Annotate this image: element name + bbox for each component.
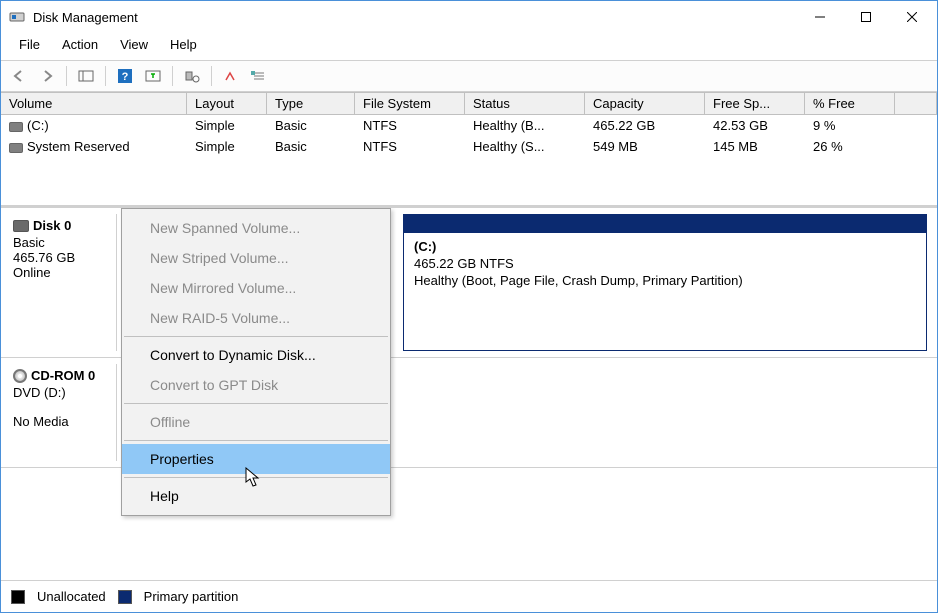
legend: Unallocated Primary partition [1, 580, 937, 612]
menu-help[interactable]: Help [160, 35, 207, 54]
drive-icon [9, 143, 23, 153]
minimize-button[interactable] [797, 2, 843, 32]
col-type[interactable]: Type [267, 93, 355, 114]
ctx-separator [124, 336, 388, 337]
col-capacity[interactable]: Capacity [585, 93, 705, 114]
ctx-separator [124, 440, 388, 441]
toolbar-separator [66, 66, 67, 86]
disk-info[interactable]: Disk 0 Basic 465.76 GB Online [7, 214, 117, 351]
cell-type: Basic [267, 138, 355, 155]
help-button[interactable]: ? [113, 64, 137, 88]
disk-icon [13, 220, 29, 232]
partition-title: (C:) [414, 239, 436, 254]
ctx-offline: Offline [122, 407, 390, 437]
disk-size: 465.76 GB [13, 250, 114, 265]
close-button[interactable] [889, 2, 935, 32]
refresh-button[interactable] [141, 64, 165, 88]
menu-view[interactable]: View [110, 35, 158, 54]
cell-fs: NTFS [355, 138, 465, 155]
cell-pctfree: 26 % [805, 138, 895, 155]
menu-action[interactable]: Action [52, 35, 108, 54]
legend-label-unallocated: Unallocated [37, 589, 106, 604]
partition-header [404, 215, 926, 233]
ctx-properties[interactable]: Properties [122, 444, 390, 474]
toolbar-separator [211, 66, 212, 86]
svg-text:?: ? [122, 71, 129, 83]
disk-info[interactable]: CD-ROM 0 DVD (D:) No Media [7, 364, 117, 461]
disk-status: No Media [13, 414, 114, 429]
volume-list-header[interactable]: Volume Layout Type File System Status Ca… [1, 92, 937, 115]
menu-file[interactable]: File [9, 35, 50, 54]
show-hide-button[interactable] [74, 64, 98, 88]
disk-graph-area: Disk 0 Basic 465.76 GB Online (C:) 465.2… [1, 206, 937, 580]
ctx-new-striped: New Striped Volume... [122, 243, 390, 273]
ctx-help[interactable]: Help [122, 481, 390, 511]
partition-box[interactable]: (C:) 465.22 GB NTFS Healthy (Boot, Page … [403, 214, 927, 351]
toolbar-separator [172, 66, 173, 86]
back-button[interactable] [7, 64, 31, 88]
volume-list-body[interactable]: (C:) Simple Basic NTFS Healthy (B... 465… [1, 115, 937, 205]
toolbar: ? [1, 60, 937, 92]
drive-icon [9, 122, 23, 132]
settings-button[interactable] [219, 64, 243, 88]
vol-name: (C:) [27, 118, 49, 133]
volume-row[interactable]: System Reserved Simple Basic NTFS Health… [1, 136, 937, 157]
col-volume[interactable]: Volume [1, 93, 187, 114]
cdrom-icon [13, 369, 27, 383]
legend-swatch-primary [118, 590, 132, 604]
cell-free: 145 MB [705, 138, 805, 155]
ctx-new-raid5: New RAID-5 Volume... [122, 303, 390, 333]
cell-status: Healthy (S... [465, 138, 585, 155]
disk-type: DVD (D:) [13, 385, 114, 400]
cell-free: 42.53 GB [705, 117, 805, 134]
app-icon [9, 9, 25, 25]
legend-label-primary: Primary partition [144, 589, 239, 604]
col-layout[interactable]: Layout [187, 93, 267, 114]
legend-swatch-unallocated [11, 590, 25, 604]
disk-title: CD-ROM 0 [31, 368, 95, 383]
ctx-separator [124, 403, 388, 404]
partition-status: Healthy (Boot, Page File, Crash Dump, Pr… [414, 273, 743, 288]
forward-button[interactable] [35, 64, 59, 88]
col-pctfree[interactable]: % Free [805, 93, 895, 114]
vol-name: System Reserved [27, 139, 130, 154]
cell-layout: Simple [187, 117, 267, 134]
cell-fs: NTFS [355, 117, 465, 134]
col-free[interactable]: Free Sp... [705, 93, 805, 114]
toolbar-separator [105, 66, 106, 86]
list-settings-button[interactable] [247, 64, 271, 88]
partition-size: 465.22 GB NTFS [414, 256, 514, 271]
cell-capacity: 549 MB [585, 138, 705, 155]
partition-body: (C:) 465.22 GB NTFS Healthy (Boot, Page … [404, 233, 926, 296]
disk-type: Basic [13, 235, 114, 250]
window-title: Disk Management [33, 10, 797, 25]
col-status[interactable]: Status [465, 93, 585, 114]
window: Disk Management File Action View Help ? … [0, 0, 938, 613]
menubar: File Action View Help [1, 33, 937, 60]
col-filesystem[interactable]: File System [355, 93, 465, 114]
ctx-convert-gpt: Convert to GPT Disk [122, 370, 390, 400]
rescan-button[interactable] [180, 64, 204, 88]
ctx-separator [124, 477, 388, 478]
cell-capacity: 465.22 GB [585, 117, 705, 134]
cell-layout: Simple [187, 138, 267, 155]
ctx-new-mirrored: New Mirrored Volume... [122, 273, 390, 303]
volume-list: Volume Layout Type File System Status Ca… [1, 92, 937, 206]
cell-status: Healthy (B... [465, 117, 585, 134]
ctx-convert-dynamic[interactable]: Convert to Dynamic Disk... [122, 340, 390, 370]
cell-pctfree: 9 % [805, 117, 895, 134]
volume-row[interactable]: (C:) Simple Basic NTFS Healthy (B... 465… [1, 115, 937, 136]
maximize-button[interactable] [843, 2, 889, 32]
titlebar[interactable]: Disk Management [1, 1, 937, 33]
disk-title: Disk 0 [33, 218, 71, 233]
cell-type: Basic [267, 117, 355, 134]
disk-status: Online [13, 265, 114, 280]
context-menu: New Spanned Volume... New Striped Volume… [121, 208, 391, 516]
ctx-new-spanned: New Spanned Volume... [122, 213, 390, 243]
